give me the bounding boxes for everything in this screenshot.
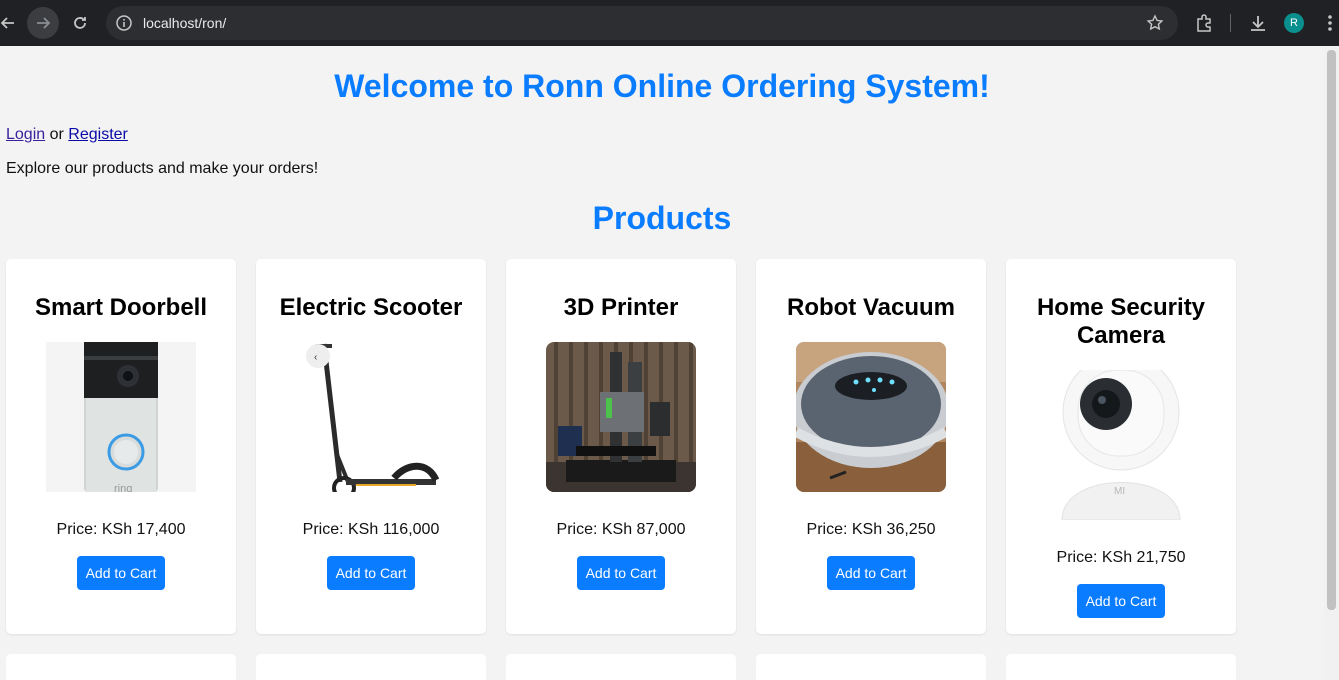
printer-image xyxy=(546,342,696,492)
svg-text:MI: MI xyxy=(1114,486,1125,497)
scrollbar-thumb[interactable] xyxy=(1327,50,1336,610)
back-button[interactable] xyxy=(0,7,24,39)
product-price: Price: KSh 17,400 xyxy=(56,521,186,538)
profile-avatar[interactable]: R xyxy=(1284,13,1304,33)
product-price: Price: KSh 21,750 xyxy=(1056,549,1186,566)
product-card-partial xyxy=(256,654,486,680)
address-bar[interactable]: localhost/ron/ xyxy=(106,6,1178,40)
add-to-cart-button[interactable]: Add to Cart xyxy=(827,556,915,590)
product-card-partial xyxy=(1006,654,1236,680)
product-name: Electric Scooter xyxy=(279,294,463,321)
product-name: 3D Printer xyxy=(563,294,679,321)
browser-toolbar: localhost/ron/ R xyxy=(0,0,1339,46)
doorbell-image: ring xyxy=(46,342,196,492)
product-card-electric-scooter: Electric Scooter ‹ Price: KSh 116,000 Ad… xyxy=(256,259,486,634)
url-text[interactable]: localhost/ron/ xyxy=(143,15,226,31)
product-card-partial xyxy=(6,654,236,680)
auth-links: Login or Register xyxy=(6,126,128,144)
star-icon[interactable] xyxy=(1146,14,1164,32)
page-content: Welcome to Ronn Online Ordering System! … xyxy=(0,46,1324,680)
product-price: Price: KSh 116,000 xyxy=(302,521,440,538)
arrow-left-icon xyxy=(0,17,14,29)
vacuum-image xyxy=(796,342,946,492)
info-icon[interactable] xyxy=(115,14,133,32)
product-card-smart-doorbell: Smart Doorbell ring Price: KSh 17,400 Ad… xyxy=(6,259,236,634)
arrow-right-icon xyxy=(37,17,51,29)
products-heading: Products xyxy=(592,200,732,236)
toolbar-divider xyxy=(1230,14,1231,32)
product-card-3d-printer: 3D Printer Price: KSh 87,000 Add to Cart xyxy=(506,259,736,634)
product-card-partial xyxy=(506,654,736,680)
add-to-cart-button[interactable]: Add to Cart xyxy=(1077,584,1165,618)
reload-button[interactable] xyxy=(64,7,96,39)
product-price: Price: KSh 36,250 xyxy=(806,521,936,538)
product-card-partial xyxy=(756,654,986,680)
welcome-heading: Welcome to Ronn Online Ordering System! xyxy=(334,68,990,104)
intro-text: Explore our products and make your order… xyxy=(6,160,319,177)
add-to-cart-button[interactable]: Add to Cart xyxy=(577,556,665,590)
forward-button[interactable] xyxy=(27,7,59,39)
product-card-home-security-camera: Home Security Camera MI Price: KSh 21,75… xyxy=(1006,259,1236,634)
svg-text:ring: ring xyxy=(114,483,132,492)
download-icon[interactable] xyxy=(1248,13,1268,33)
product-price: Price: KSh 87,000 xyxy=(556,521,686,538)
add-to-cart-button[interactable]: Add to Cart xyxy=(327,556,415,590)
scooter-image: ‹ xyxy=(296,342,446,492)
product-card-robot-vacuum: Robot Vacuum Price: KSh 36,250 Add to Ca… xyxy=(756,259,986,634)
or-text: or xyxy=(45,126,69,143)
page-scrollbar[interactable] xyxy=(1324,46,1339,680)
svg-text:‹: ‹ xyxy=(314,352,317,363)
more-menu-icon[interactable] xyxy=(1322,13,1338,33)
login-link[interactable]: Login xyxy=(6,126,45,143)
add-to-cart-button[interactable]: Add to Cart xyxy=(77,556,165,590)
reload-icon xyxy=(74,17,86,29)
camera-image: MI xyxy=(1046,370,1196,520)
product-name: Home Security Camera xyxy=(1036,294,1206,349)
product-name: Robot Vacuum xyxy=(786,294,955,321)
product-name: Smart Doorbell xyxy=(34,294,208,321)
register-link[interactable]: Register xyxy=(68,126,128,143)
extensions-icon[interactable] xyxy=(1194,13,1214,33)
